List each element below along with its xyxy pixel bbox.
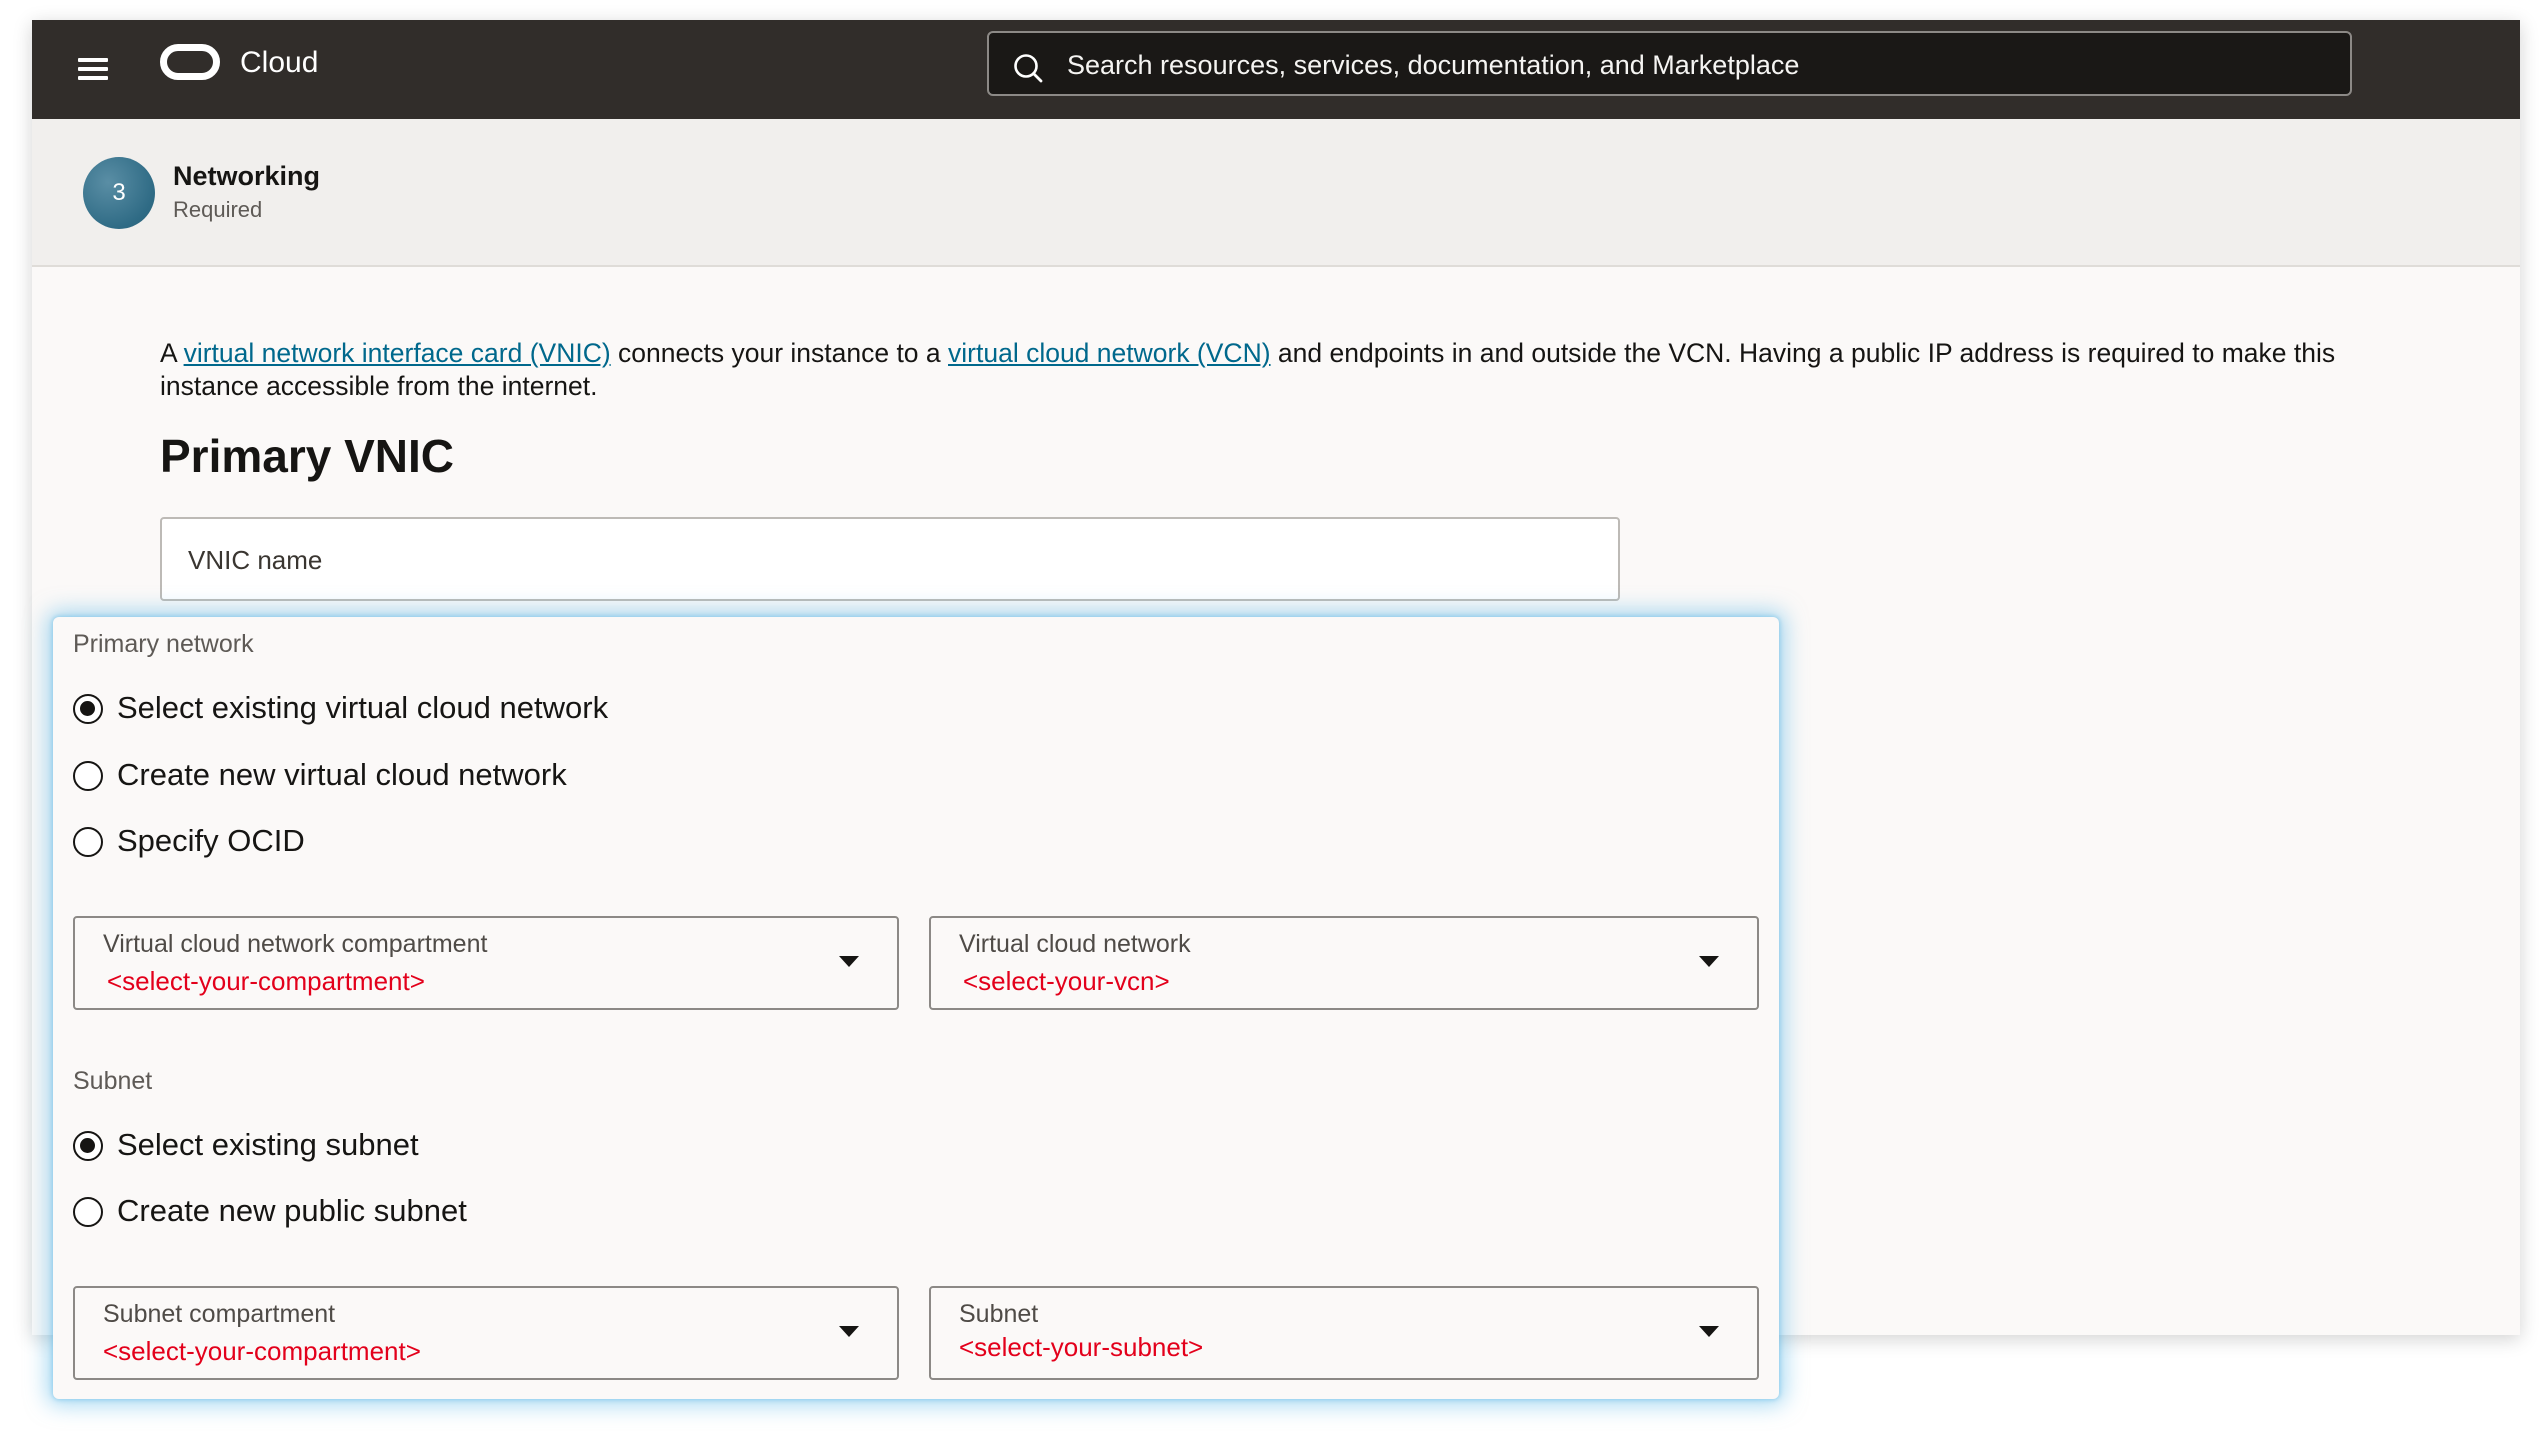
radio-label: Create new virtual cloud network: [117, 757, 567, 792]
primary-network-panel: Primary network Select existing virtual …: [53, 617, 1779, 1399]
desc-text: A: [160, 338, 184, 368]
radio-label: Select existing virtual cloud network: [117, 690, 609, 725]
step-title: Networking: [173, 161, 321, 191]
vcn-select[interactable]: Virtual cloud network <select-your-vcn>: [929, 916, 1759, 1010]
chevron-down-icon[interactable]: [1699, 1326, 1719, 1337]
select-value: <select-your-subnet>: [959, 1332, 1204, 1362]
radio-label: Select existing subnet: [117, 1127, 419, 1162]
radio-create-new-vcn[interactable]: Create new virtual cloud network: [73, 757, 673, 797]
radio-select-existing-subnet[interactable]: Select existing subnet: [73, 1127, 573, 1167]
select-value: <select-your-compartment>: [103, 1336, 421, 1366]
vnic-name-field[interactable]: VNIC name: [160, 517, 1620, 601]
radio-label: Specify OCID: [117, 823, 305, 858]
radio-button[interactable]: [73, 1197, 103, 1227]
chevron-down-icon[interactable]: [1699, 956, 1719, 967]
search-input[interactable]: Search resources, services, documentatio…: [1067, 50, 1799, 81]
radio-button-checked[interactable]: [73, 694, 103, 724]
vnic-doc-link[interactable]: virtual network interface card (VNIC): [184, 338, 611, 368]
hamburger-menu-icon[interactable]: [78, 56, 108, 82]
brand-name[interactable]: Cloud: [240, 46, 318, 80]
radio-select-existing-vcn[interactable]: Select existing virtual cloud network: [73, 690, 673, 730]
step-number-badge: 3: [83, 157, 155, 229]
select-label: Subnet: [959, 1300, 1039, 1328]
radio-specify-ocid[interactable]: Specify OCID: [73, 823, 473, 863]
search-icon: [1014, 54, 1043, 83]
chevron-down-icon[interactable]: [839, 956, 859, 967]
select-label: Virtual cloud network compartment: [103, 930, 488, 958]
top-navigation-bar: Cloud Search resources, services, docume…: [32, 20, 2520, 119]
radio-button[interactable]: [73, 827, 103, 857]
subnet-compartment-select[interactable]: Subnet compartment <select-your-compartm…: [73, 1286, 899, 1380]
vcn-doc-link[interactable]: virtual cloud network (VCN): [948, 338, 1271, 368]
radio-button[interactable]: [73, 761, 103, 791]
wizard-step-header: 3 Networking Required: [32, 119, 2520, 267]
select-label: Subnet compartment: [103, 1300, 336, 1328]
chevron-down-icon[interactable]: [839, 1326, 859, 1337]
primary-vnic-heading: Primary VNIC: [160, 430, 455, 482]
step-subtitle: Required: [173, 197, 263, 222]
desc-text: connects your instance to a: [610, 338, 949, 368]
primary-network-label: Primary network: [73, 630, 254, 658]
search-bar[interactable]: Search resources, services, documentatio…: [987, 31, 2352, 96]
subnet-label: Subnet: [73, 1067, 153, 1095]
select-value: <select-your-compartment>: [107, 966, 425, 996]
vcn-compartment-select[interactable]: Virtual cloud network compartment <selec…: [73, 916, 899, 1010]
radio-button-checked[interactable]: [73, 1131, 103, 1161]
oracle-logo-icon[interactable]: [160, 44, 220, 80]
vnic-name-label: VNIC name: [188, 545, 323, 575]
radio-label: Create new public subnet: [117, 1193, 467, 1228]
radio-create-public-subnet[interactable]: Create new public subnet: [73, 1193, 573, 1233]
networking-description: A virtual network interface card (VNIC) …: [160, 337, 2440, 403]
select-value: <select-your-vcn>: [963, 966, 1170, 996]
select-label: Virtual cloud network: [959, 930, 1191, 958]
subnet-select[interactable]: Subnet <select-your-subnet>: [929, 1286, 1759, 1380]
